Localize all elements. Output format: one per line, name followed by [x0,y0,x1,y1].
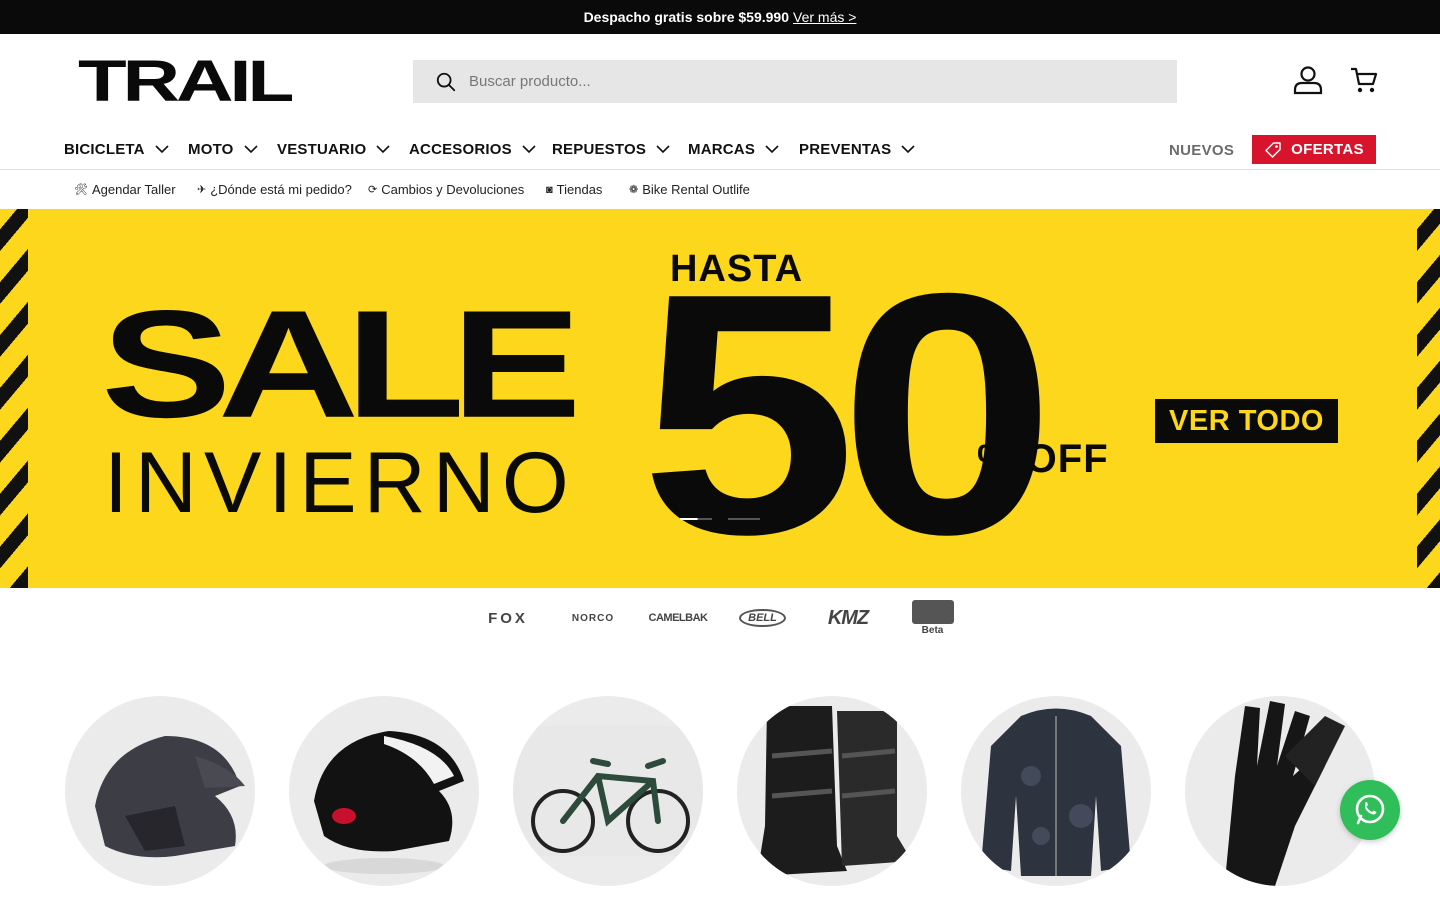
brand-logos: FOX NORCO CAMELBAK BELL KMZ Beta [0,596,1440,642]
category-helmet-bell[interactable] [289,696,479,886]
nav-item-marcas[interactable]: MARCAS [688,130,779,168]
category-helmet-fox[interactable] [65,696,255,886]
slider-dot-1[interactable] [680,518,712,520]
account-button[interactable] [1292,64,1324,96]
chevron-down-icon [376,145,390,154]
helmet-bell-image [314,731,464,874]
helmet-fox-image [95,736,245,858]
airplane-icon: ✈ [197,184,207,196]
announcement-bar: Despacho gratis sobre $59.990 Ver más > [0,0,1440,34]
chevron-down-icon [155,145,169,154]
trail-logo-icon: TRAIL [78,49,297,114]
brand-kmz[interactable]: KMZ [820,596,876,640]
wrench-icon: 🛠 [74,184,88,196]
brand-label: NORCO [571,612,615,624]
nav-item-vestuario[interactable]: VESTUARIO [277,130,390,168]
brand-label: BELL [739,609,786,627]
nav-item-preventas[interactable]: PREVENTAS [799,130,915,168]
whatsapp-button[interactable] [1340,780,1400,840]
category-carousel [0,696,1440,900]
hero-title-invierno: INVIERNO [104,435,576,531]
slider-dot-2[interactable] [728,518,760,520]
nav-item-repuestos[interactable]: REPUESTOS [552,130,670,168]
brand-beta[interactable]: Beta [911,596,954,640]
nav-label: PREVENTAS [799,140,892,158]
brand-norco[interactable]: NORCO [564,596,622,640]
secondary-nav: 🛠 Agendar Taller ✈ ¿Dónde está mi pedido… [0,170,1440,209]
subnav-item-pedido[interactable]: ✈ ¿Dónde está mi pedido? [197,170,352,209]
svg-text:TRAIL: TRAIL [78,58,292,104]
refresh-icon: ⟳ [368,184,378,196]
hero-title-sale: SALE [101,278,582,450]
subnav-label: Tiendas [556,182,603,197]
announcement-text: Despacho gratis sobre $59.990 [583,9,789,25]
beta-logo-icon [911,600,954,624]
flower-icon: ❁ [629,184,639,196]
brand-fox[interactable]: FOX [480,596,536,640]
whatsapp-icon [1355,794,1385,825]
subnav-item-cambios[interactable]: ⟳ Cambios y Devoluciones [368,170,524,209]
chevron-down-icon [522,145,536,154]
brand-label: CAMELBAK [648,612,708,624]
search-input[interactable] [469,73,1149,90]
brand-label: FOX [488,609,528,627]
nav-label: MARCAS [688,140,756,158]
chevron-down-icon [243,145,258,154]
jacket-image [981,708,1131,876]
chevron-down-icon [765,145,779,154]
ofertas-button[interactable]: OFERTAS [1252,135,1376,164]
nav-label: BICICLETA [64,140,145,158]
hazard-stripe-left [0,209,28,588]
tag-icon [1265,141,1281,158]
nav-label: REPUESTOS [552,140,647,158]
subnav-label: Cambios y Devoluciones [381,182,525,197]
chevron-down-icon [901,145,915,154]
brand-camelbak[interactable]: CAMELBAK [648,596,708,640]
subnav-item-rental[interactable]: ❁ Bike Rental Outlife [629,170,750,209]
main-nav: BICICLETA MOTO VESTUARIO ACCESORIOS REPU… [0,130,1440,170]
category-ebike[interactable] [513,696,703,886]
cart-button[interactable] [1348,64,1380,96]
hero-discount-number: 50 [640,221,1056,606]
chevron-down-icon [656,145,670,154]
subnav-label: ¿Dónde está mi pedido? [210,182,352,197]
nav-item-accesorios[interactable]: ACCESORIOS [409,130,536,168]
nav-label: VESTUARIO [277,140,367,158]
subnav-label: Agendar Taller [91,182,176,197]
boots-image [757,706,912,876]
hazard-stripe-right [1417,209,1440,588]
slider-pagination [680,518,760,520]
ebike-image [513,726,703,856]
cart-icon [1351,67,1378,93]
nav-item-nuevos[interactable]: NUEVOS [1169,130,1234,170]
brand-bell[interactable]: BELL [739,596,786,640]
ofertas-label: OFERTAS [1291,141,1364,158]
category-jacket[interactable] [961,696,1151,886]
brand-label: Beta [921,625,944,636]
account-icon [1293,66,1323,95]
store-icon: ◙ [546,183,553,196]
subnav-label: Bike Rental Outlife [642,182,750,197]
hero-cta-ver-todo[interactable]: VER TODO [1155,399,1338,443]
search-icon[interactable] [435,71,457,93]
nav-item-bicicleta[interactable]: BICICLETA [64,130,169,168]
subnav-item-tiendas[interactable]: ◙ Tiendas [546,170,602,209]
nav-item-moto[interactable]: MOTO [188,130,258,168]
nav-label: MOTO [188,140,234,158]
announcement-link[interactable]: Ver más > [793,9,856,25]
brand-label: KMZ [827,606,869,629]
store-logo[interactable]: TRAIL [78,49,297,114]
nav-label: ACCESORIOS [409,140,512,158]
hero-off: % OFF [977,437,1109,481]
subnav-item-taller[interactable]: 🛠 Agendar Taller [74,170,176,209]
search-bar[interactable] [413,60,1177,103]
category-boots[interactable] [737,696,927,886]
